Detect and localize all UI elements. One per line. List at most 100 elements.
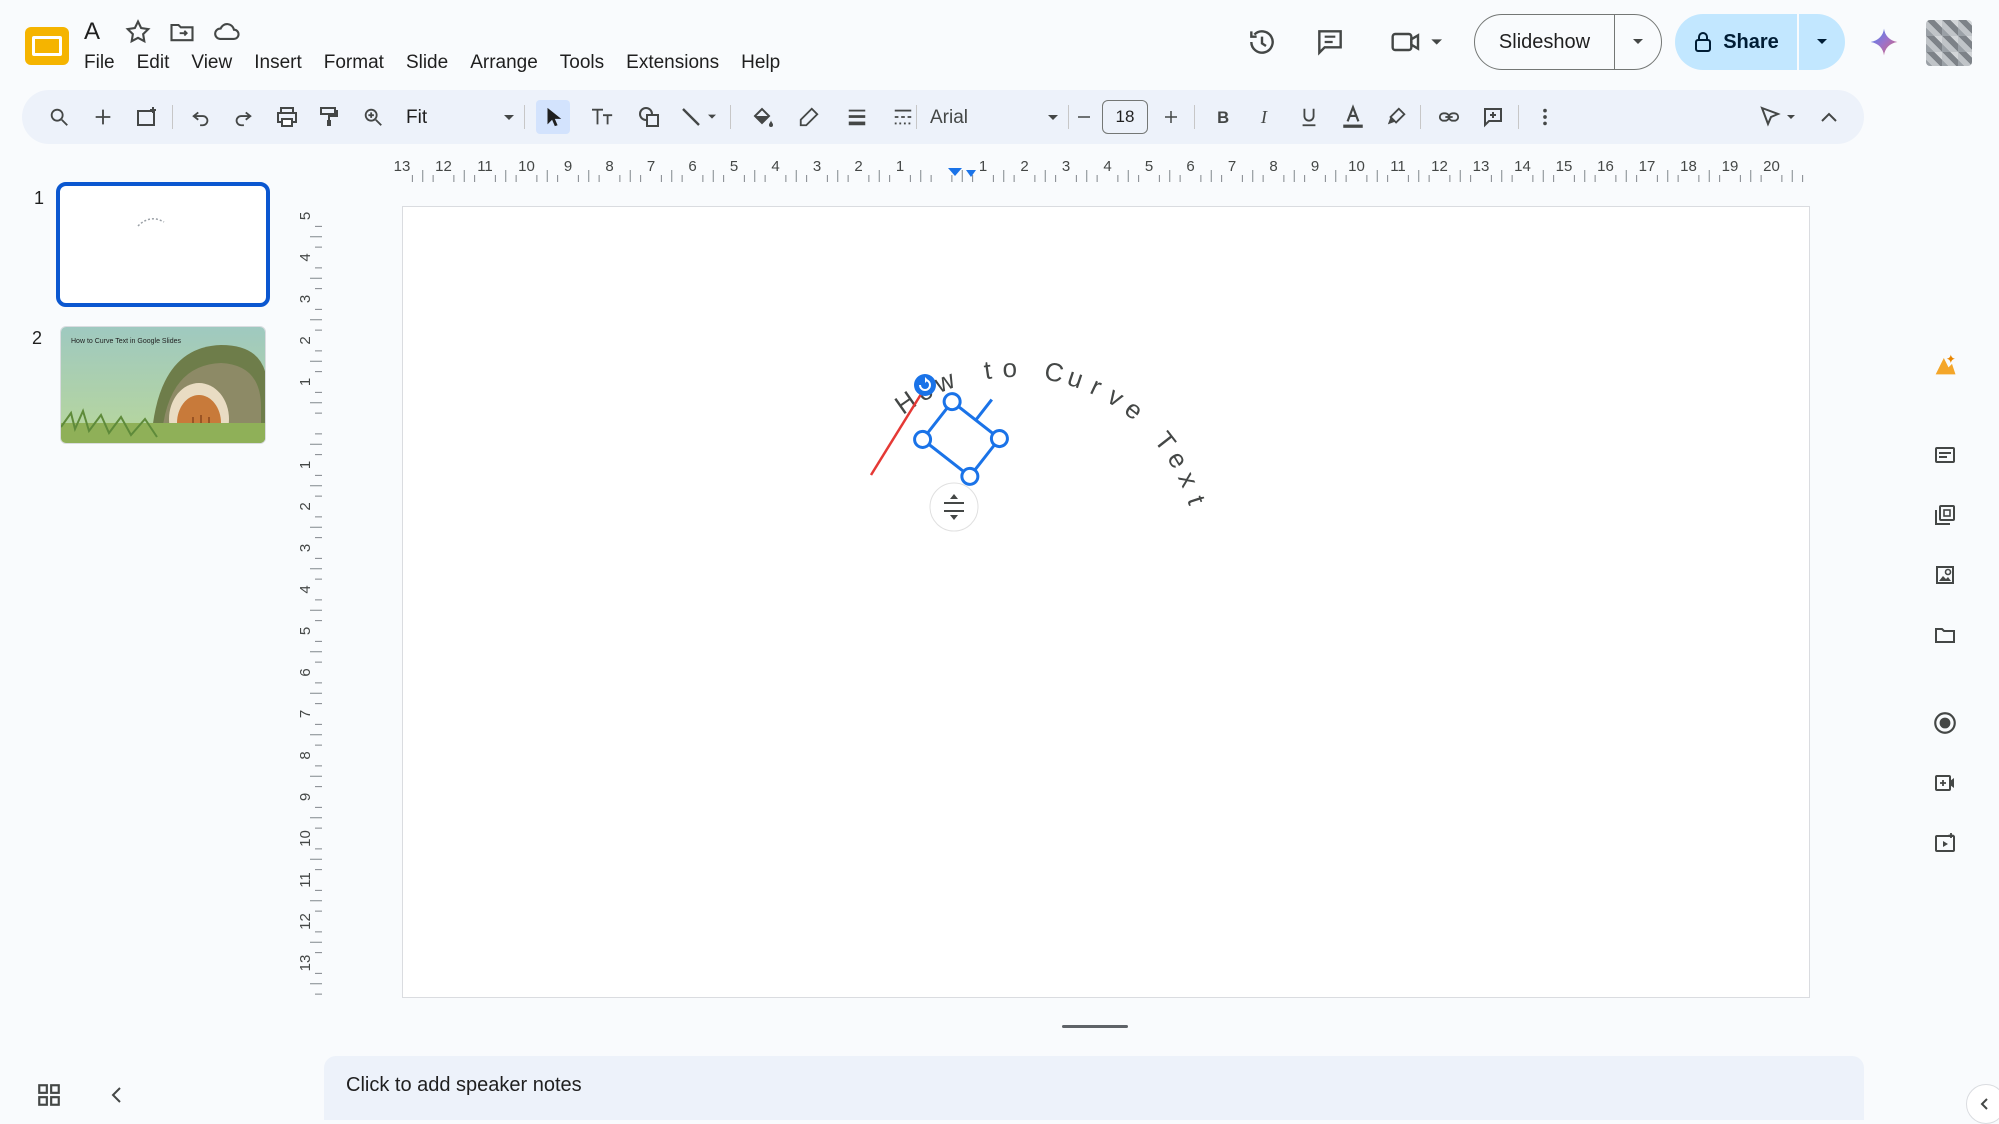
text-color-icon[interactable]	[1336, 100, 1370, 134]
account-avatar[interactable]	[1926, 20, 1972, 66]
select-tool-icon[interactable]	[536, 100, 570, 134]
add-video-icon[interactable]	[1912, 818, 1978, 868]
slide-canvas[interactable]: How to Curve Text	[402, 206, 1810, 998]
increase-font-size-icon[interactable]	[1154, 100, 1188, 134]
meet-video-icon[interactable]	[1386, 22, 1450, 62]
move-folder-icon[interactable]	[168, 18, 196, 46]
version-history-icon[interactable]	[1242, 22, 1282, 62]
share-dropdown-icon[interactable]	[1799, 37, 1845, 47]
ruler-tick-label: 6	[1186, 158, 1194, 175]
menu-help[interactable]: Help	[730, 50, 791, 76]
toolbar: Fit Arial 18 B I	[22, 90, 1864, 144]
font-size-input[interactable]: 18	[1102, 100, 1148, 134]
rotate-handle-icon[interactable]	[914, 374, 936, 396]
slide-thumbnail-2[interactable]: How to Curve Text in Google Slides	[60, 326, 266, 444]
curved-text-char[interactable]: t	[982, 355, 994, 386]
curved-text-char[interactable]: C	[1042, 355, 1067, 388]
cloud-saved-icon[interactable]	[212, 18, 240, 46]
ruler-tick-label: 13	[1473, 158, 1490, 175]
star-icon[interactable]	[124, 18, 152, 46]
curved-text-group[interactable]: How to Curve Text	[889, 353, 1212, 509]
search-menus-icon[interactable]	[42, 100, 76, 134]
notes-resize-handle[interactable]	[1062, 1025, 1128, 1028]
vertical-align-button[interactable]	[929, 482, 979, 532]
speaker-notes-placeholder[interactable]: Click to add speaker notes	[346, 1074, 582, 1097]
slide-number-2: 2	[32, 328, 43, 348]
menu-edit[interactable]: Edit	[126, 50, 181, 76]
slide-library-icon[interactable]	[1912, 490, 1978, 540]
slideshow-dropdown-icon[interactable]	[1615, 37, 1661, 47]
ruler-tick-label: 15	[1556, 158, 1573, 175]
new-slide-layout-icon[interactable]	[130, 100, 164, 134]
svg-text:B: B	[1217, 108, 1229, 127]
curved-text-char[interactable]: t	[1181, 492, 1212, 509]
add-comment-icon[interactable]	[1476, 100, 1510, 134]
zoom-select[interactable]: Fit	[406, 104, 516, 132]
underline-icon[interactable]	[1292, 100, 1326, 134]
paint-format-icon[interactable]	[312, 100, 346, 134]
menu-format[interactable]: Format	[313, 50, 395, 76]
ruler-tick-label: 4	[771, 158, 779, 175]
gemini-image-icon[interactable]	[1912, 340, 1978, 390]
chevron-down-icon	[504, 115, 514, 120]
border-color-icon[interactable]	[792, 100, 826, 134]
print-icon[interactable]	[270, 100, 304, 134]
text-box-icon[interactable]	[586, 100, 620, 134]
curved-text-char[interactable]: o	[1002, 353, 1017, 383]
border-weight-icon[interactable]	[840, 100, 874, 134]
menu-extensions[interactable]: Extensions	[615, 50, 730, 76]
menu-view[interactable]: View	[180, 50, 243, 76]
menu-file[interactable]: File	[84, 50, 126, 76]
menu-insert[interactable]: Insert	[243, 50, 313, 76]
slide-number-1: 1	[34, 188, 45, 208]
record-icon[interactable]	[1912, 698, 1978, 748]
ruler-tick-label: 9	[1311, 158, 1319, 175]
decrease-font-size-icon[interactable]	[1067, 100, 1101, 134]
fill-color-icon[interactable]	[746, 100, 780, 134]
hide-menus-icon[interactable]	[1812, 100, 1846, 134]
lock-icon	[1695, 32, 1712, 52]
menu-arrange[interactable]: Arrange	[459, 50, 549, 76]
slides-logo-icon[interactable]	[24, 26, 70, 66]
ruler-tick-label: 3	[1062, 158, 1070, 175]
highlight-color-icon[interactable]	[1380, 100, 1414, 134]
share-label: Share	[1723, 30, 1779, 53]
expand-side-panel-icon[interactable]	[1966, 1084, 1999, 1124]
more-options-icon[interactable]	[1528, 100, 1562, 134]
curved-text-preview	[137, 218, 165, 227]
speaker-notes-panel-icon[interactable]	[1912, 430, 1978, 480]
redo-icon[interactable]	[226, 100, 260, 134]
ruler-tick-label: 3	[297, 544, 314, 552]
image-search-icon[interactable]	[1912, 550, 1978, 600]
pointer-mode-icon[interactable]	[1756, 100, 1806, 134]
zoom-value: Fit	[406, 107, 428, 128]
curved-text-char[interactable]: u	[1064, 361, 1087, 394]
gemini-icon[interactable]	[1864, 22, 1904, 62]
grid-view-icon[interactable]	[36, 1082, 64, 1110]
undo-icon[interactable]	[184, 100, 218, 134]
line-dropdown-icon[interactable]	[702, 100, 722, 134]
collapse-filmstrip-icon[interactable]	[106, 1084, 130, 1108]
slideshow-label[interactable]: Slideshow	[1475, 15, 1615, 69]
menu-bar: File Edit View Insert Format Slide Arran…	[84, 50, 791, 76]
menu-slide[interactable]: Slide	[395, 50, 459, 76]
slideshow-button[interactable]: Slideshow	[1474, 14, 1662, 70]
video-icon[interactable]	[1912, 758, 1978, 808]
zoom-icon[interactable]	[356, 100, 390, 134]
italic-icon[interactable]: I	[1248, 100, 1282, 134]
share-button[interactable]: Share	[1675, 14, 1845, 70]
slide-thumbnail-1[interactable]	[56, 182, 270, 307]
bold-icon[interactable]: B	[1206, 100, 1240, 134]
curved-text-char[interactable]: e	[1119, 393, 1149, 425]
menu-tools[interactable]: Tools	[549, 50, 615, 76]
font-family-select[interactable]: Arial	[930, 104, 1060, 132]
border-dash-icon[interactable]	[886, 100, 920, 134]
insert-link-icon[interactable]	[1432, 100, 1466, 134]
curved-text-char[interactable]: r	[1086, 371, 1107, 402]
curved-text-char[interactable]: x	[1172, 467, 1205, 491]
comments-icon[interactable]	[1310, 22, 1350, 62]
shape-icon[interactable]	[632, 100, 666, 134]
folder-icon[interactable]	[1912, 610, 1978, 660]
new-slide-icon[interactable]	[86, 100, 120, 134]
document-title[interactable]: A	[84, 18, 100, 46]
